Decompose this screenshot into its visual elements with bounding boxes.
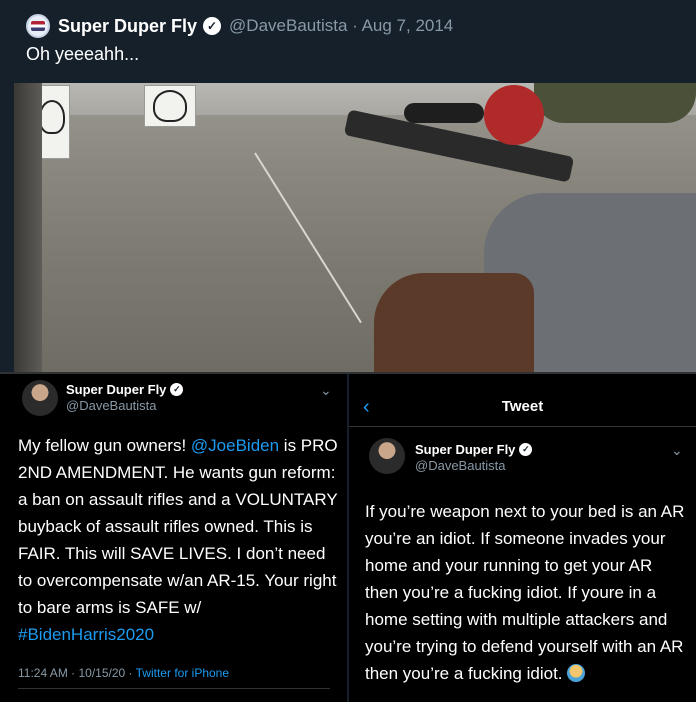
profile-avatar[interactable] xyxy=(22,380,58,416)
source-link[interactable]: Twitter for iPhone xyxy=(136,666,229,680)
right-tweet: ‹ Tweet Super Duper Fly ✓ @DaveBautista … xyxy=(349,374,696,702)
chevron-down-icon[interactable]: ⌄ xyxy=(320,382,332,399)
floor-line xyxy=(254,152,362,324)
verified-badge-icon: ✓ xyxy=(170,383,184,396)
shooter-arm xyxy=(374,273,534,372)
page-title: Tweet xyxy=(501,398,544,415)
verified-badge-icon: ✓ xyxy=(519,443,533,456)
verified-badge-icon: ✓ xyxy=(203,17,222,35)
display-name-text: Super Duper Fly xyxy=(66,382,167,397)
booth-post xyxy=(14,83,42,372)
mention-link[interactable]: @JoeBiden xyxy=(191,436,279,455)
handle[interactable]: @DaveBautista xyxy=(66,398,157,413)
tweet-photo[interactable] xyxy=(14,83,696,372)
display-name[interactable]: Super Duper Fly ✓ xyxy=(415,442,533,457)
tweet-text: Oh yeeeahh... xyxy=(26,44,140,64)
display-name[interactable]: Super Duper Fly ✓ xyxy=(66,382,184,397)
handle-and-date[interactable]: @DaveBautista · Aug 7, 2014 xyxy=(229,16,453,36)
left-tweet: Super Duper Fly ✓ @DaveBautista ⌄ My fel… xyxy=(0,374,347,702)
tweet-text: My fellow gun owners! @JoeBiden is PRO 2… xyxy=(18,432,338,648)
top-tweet: Super Duper Fly ✓ @DaveBautista · Aug 7,… xyxy=(0,0,696,372)
tweet-text-part: is PRO 2ND AMENDMENT. He wants gun refor… xyxy=(18,436,338,617)
profile-avatar[interactable] xyxy=(26,14,50,38)
top-tweet-header: Super Duper Fly ✓ @DaveBautista · Aug 7,… xyxy=(26,12,453,40)
person-shrugging-emoji-icon xyxy=(567,664,586,682)
handle[interactable]: @DaveBautista xyxy=(415,458,506,473)
rifle-scope xyxy=(404,103,484,123)
tweet-text: If you’re weapon next to your bed is an … xyxy=(365,498,685,687)
ear-protection xyxy=(484,85,544,145)
tweet-meta: 11:24 AM · 10/15/20 · Twitter for iPhone xyxy=(18,666,229,680)
shooting-target xyxy=(144,85,196,127)
chevron-down-icon[interactable]: ⌄ xyxy=(671,442,683,459)
display-name[interactable]: Super Duper Fly xyxy=(58,16,197,37)
timestamp[interactable]: 11:24 AM · 10/15/20 · xyxy=(18,666,136,680)
camo-cap xyxy=(534,83,696,123)
divider xyxy=(349,426,696,427)
flag-seal-icon xyxy=(31,21,45,31)
tweet-text-part: If you’re weapon next to your bed is an … xyxy=(365,502,685,683)
profile-avatar[interactable] xyxy=(369,438,405,474)
tweet-text-part: My fellow gun owners! xyxy=(18,436,191,455)
hashtag-link[interactable]: #BidenHarris2020 xyxy=(18,625,154,644)
display-name-text: Super Duper Fly xyxy=(415,442,516,457)
divider xyxy=(18,688,330,689)
